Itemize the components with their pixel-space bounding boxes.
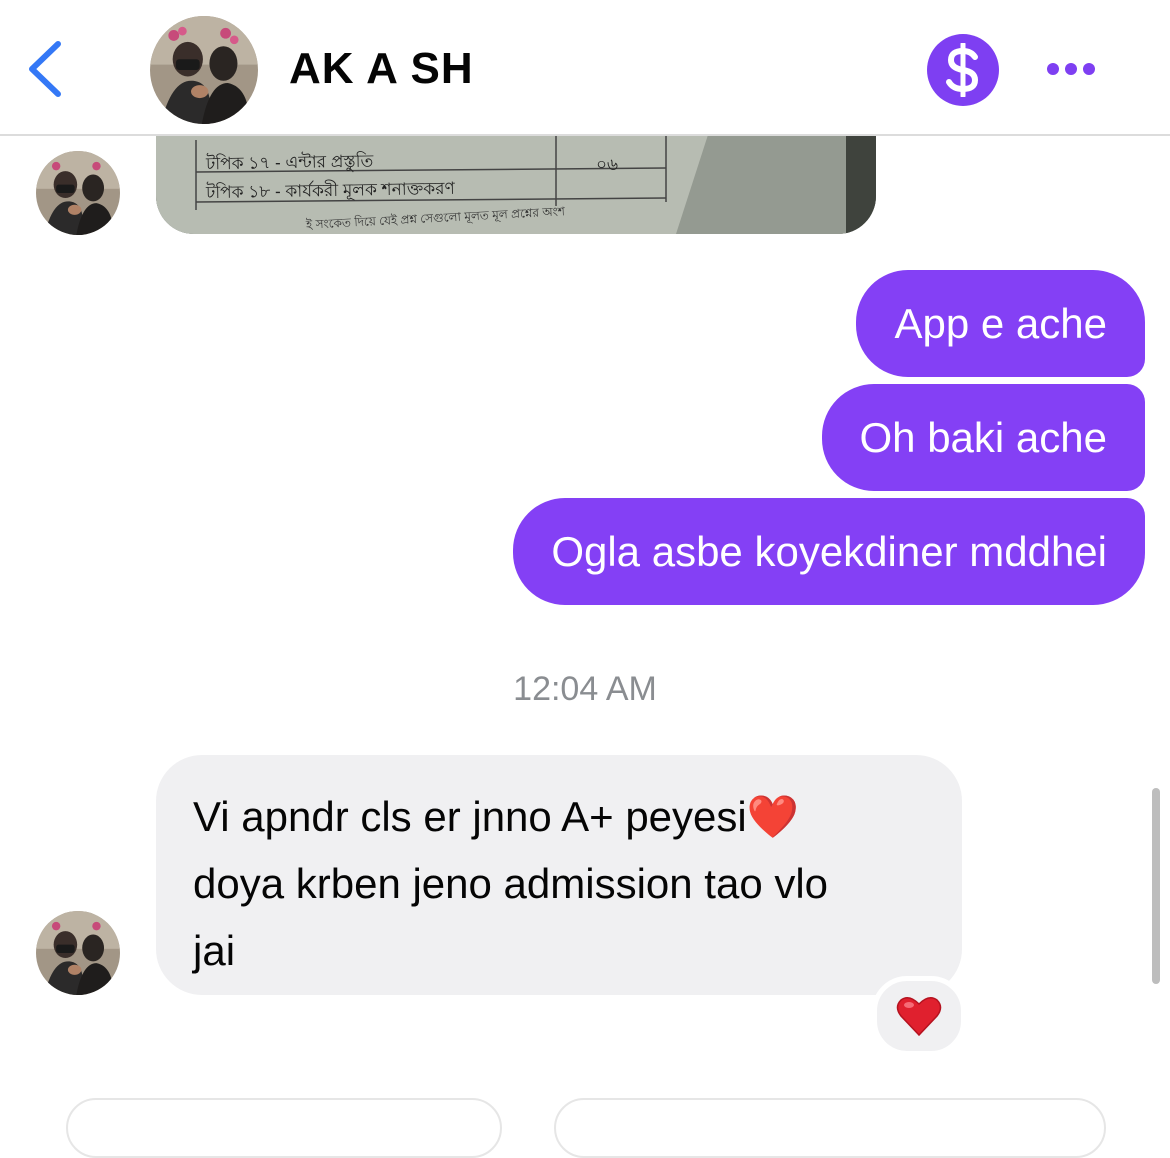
sent-message[interactable]: Oh baki ache [821, 384, 1145, 491]
avatar-photo [36, 911, 120, 995]
contact-avatar[interactable] [150, 16, 258, 124]
heart-reaction[interactable]: ❤️ [872, 976, 966, 1056]
payment-button[interactable] [927, 34, 999, 106]
scrollbar[interactable] [1152, 788, 1160, 984]
quick-reply-chip[interactable] [554, 1098, 1106, 1158]
message-line: doya krben jeno admission tao vlo [193, 860, 829, 907]
heart-icon [896, 997, 942, 1037]
quick-reply-chip[interactable] [66, 1098, 502, 1158]
more-options-button[interactable] [1040, 52, 1100, 86]
sent-message[interactable]: Ogla asbe koyekdiner mddhei [513, 498, 1145, 605]
avatar-photo [150, 16, 258, 124]
message-timestamp: 12:04 AM [513, 670, 657, 708]
message-line: jai [193, 927, 236, 974]
sender-avatar[interactable] [36, 151, 120, 235]
message-line: Vi apndr cls er jnno A+ peyesi❤️ [193, 793, 800, 840]
received-message[interactable]: Vi apndr cls er jnno A+ peyesi❤️ doya kr… [156, 755, 962, 995]
document-row-1-value: ০৬ [596, 155, 619, 174]
chevron-left-icon [29, 41, 61, 97]
sender-avatar[interactable] [36, 911, 120, 995]
avatar-photo [36, 151, 120, 235]
more-dots-icon [1047, 63, 1095, 75]
document-row-2: টপিক ১৮ - কার্যকরী মূলক শনাক্তকরণ [205, 178, 455, 203]
dollar-icon [946, 43, 979, 97]
chat-header: AK A SH [0, 0, 1170, 136]
document-row-1: টপিক ১৭ - এন্টার প্রস্তুতি [205, 151, 374, 174]
sent-message[interactable]: App e ache [856, 270, 1145, 377]
back-button[interactable] [22, 36, 70, 102]
contact-name[interactable]: AK A SH [289, 44, 474, 94]
